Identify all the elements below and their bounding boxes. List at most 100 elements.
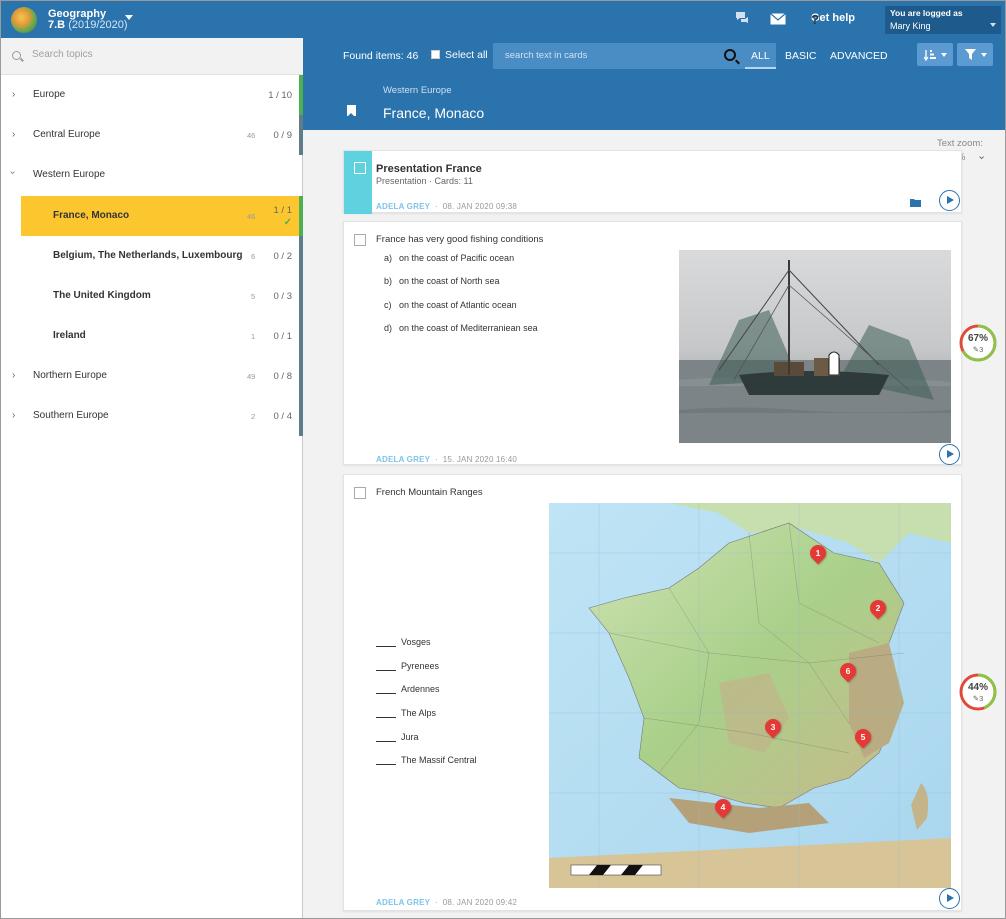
play-button[interactable] (939, 190, 960, 211)
topic-item-ireland[interactable]: Ireland 1 0 / 1 (1, 316, 303, 356)
topic-progress: 0 / 1 (273, 331, 293, 342)
text-zoom-label: Text zoom: (937, 138, 983, 149)
chevron-right-icon[interactable]: › (12, 89, 15, 100)
presentation-card[interactable]: Presentation France Presentation · Cards… (343, 150, 962, 214)
sort-icon (924, 50, 936, 61)
app-window: Geography 7.B (2019/2020) ? Get help You … (0, 0, 1006, 919)
chevron-down-icon[interactable]: › (7, 171, 18, 174)
map-pin-3[interactable]: 3 (761, 715, 785, 739)
bookmark-icon[interactable] (347, 105, 356, 117)
topic-name: Northern Europe (33, 370, 107, 381)
map-scale-bar (570, 864, 662, 876)
card-author: ADELA GREY · 08. JAN 2020 09:38 (376, 202, 518, 211)
topic-name: The United Kingdom (53, 290, 151, 301)
topic-name: Western Europe (33, 169, 106, 180)
answer-slot-1[interactable]: Vosges (376, 637, 431, 647)
map-pin-4[interactable]: 4 (711, 795, 735, 819)
card-checkbox[interactable] (354, 162, 366, 174)
funnel-icon (965, 49, 976, 60)
topic-search-input[interactable] (32, 49, 282, 60)
get-help-button[interactable]: ? Get help (811, 12, 855, 27)
user-menu[interactable]: You are logged as Mary King (885, 6, 1001, 34)
chevron-right-icon[interactable]: › (12, 410, 15, 421)
question-icon: ? (811, 12, 819, 27)
top-bar: Geography 7.B (2019/2020) ? Get help You … (1, 1, 1005, 38)
fishing-question-card[interactable]: France has very good fishing conditions … (343, 221, 962, 465)
fishing-boat-image (679, 250, 951, 443)
check-icon: ✓ (283, 217, 292, 228)
chat-icon[interactable] (735, 11, 751, 25)
topic-item-northern-europe[interactable]: › Northern Europe 49 0 / 8 (1, 356, 303, 396)
score-attempts: ✎3 (972, 694, 984, 703)
answer-slot-3[interactable]: Ardennes (376, 684, 440, 694)
topic-progress: 0 / 9 (273, 130, 293, 141)
answer-slot-6[interactable]: The Massif Central (376, 755, 477, 765)
topic-item-france-monaco[interactable]: France, Monaco 46 1 / 1 ✓ (21, 196, 303, 236)
topic-card-count: 46 (247, 131, 256, 140)
folder-icon[interactable] (910, 198, 921, 207)
chevron-down-icon (941, 53, 947, 57)
topic-item-benelux[interactable]: Belgium, The Netherlands, Luxembourg 6 0… (1, 236, 303, 276)
select-all-checkbox[interactable]: Select all (431, 49, 488, 61)
checkbox-icon[interactable] (431, 50, 440, 59)
card-search-input[interactable] (505, 50, 705, 61)
topic-name: France, Monaco (53, 210, 130, 221)
score-ring[interactable]: 67% ✎3 (959, 324, 997, 362)
score-percent: 67% (967, 333, 988, 344)
filter-all-button[interactable]: ALL (745, 43, 776, 69)
topic-item-europe[interactable]: › Europe 1 / 10 (1, 75, 303, 115)
cards-list: Text zoom: % ⌄ Presentation France Prese… (303, 130, 1005, 918)
france-map[interactable]: 1 2 3 4 5 6 (549, 503, 951, 888)
map-pin-1[interactable]: 1 (806, 541, 830, 565)
topic-item-central-europe[interactable]: › Central Europe 46 0 / 9 (1, 115, 303, 155)
map-pin-2[interactable]: 2 (866, 596, 890, 620)
filter-advanced-button[interactable]: ADVANCED (824, 43, 894, 69)
score-ring[interactable]: 44% ✎3 (959, 673, 997, 711)
answer-option-a[interactable]: a) on the coast of Pacific ocean (384, 253, 514, 263)
france-relief-map-image (549, 503, 951, 888)
chevron-down-icon[interactable]: ⌄ (977, 149, 986, 162)
topic-item-southern-europe[interactable]: › Southern Europe 2 0 / 4 (1, 396, 303, 436)
answer-option-c[interactable]: c) on the coast of Atlantic ocean (384, 300, 517, 310)
main-header: Found items: 46 Select all ALL BASIC ADV… (303, 38, 1005, 130)
presentation-stripe (344, 151, 372, 214)
filter-basic-button[interactable]: BASIC (779, 43, 823, 69)
mountain-ranges-card[interactable]: French Mountain Ranges Vosges Pyrenees A… (343, 474, 962, 911)
course-logo-icon[interactable] (11, 7, 37, 33)
search-icon[interactable] (724, 49, 736, 61)
topic-card-count: 1 (251, 332, 256, 341)
chevron-right-icon[interactable]: › (12, 370, 15, 381)
answer-slot-2[interactable]: Pyrenees (376, 661, 439, 671)
question-text: French Mountain Ranges (376, 487, 483, 498)
course-dropdown-icon[interactable] (125, 15, 133, 20)
answer-slot-5[interactable]: Jura (376, 732, 419, 742)
card-checkbox[interactable] (354, 487, 366, 499)
mail-icon[interactable] (770, 12, 786, 26)
answer-option-b[interactable]: b) on the coast of North sea (384, 276, 500, 286)
topic-card-count: 46 (247, 212, 256, 221)
filter-button[interactable] (957, 43, 993, 66)
card-date: 08. JAN 2020 09:42 (442, 898, 518, 907)
map-pin-6[interactable]: 6 (836, 659, 860, 683)
topic-progress: 1 / 1 (273, 205, 293, 216)
topic-card-count: 2 (251, 412, 256, 421)
card-author: ADELA GREY · 15. JAN 2020 16:40 (376, 455, 518, 464)
answer-slot-4[interactable]: The Alps (376, 708, 436, 718)
topic-progress: 0 / 8 (273, 371, 293, 382)
card-author: ADELA GREY · 08. JAN 2020 09:42 (376, 898, 518, 907)
play-button[interactable] (939, 444, 960, 465)
chevron-right-icon[interactable]: › (12, 129, 15, 140)
course-class[interactable]: 7.B (2019/2020) (48, 20, 128, 31)
card-date: 15. JAN 2020 16:40 (442, 455, 518, 464)
topic-item-united-kingdom[interactable]: The United Kingdom 5 0 / 3 (1, 276, 303, 316)
topic-item-western-europe[interactable]: › Western Europe (1, 155, 303, 195)
answer-option-d[interactable]: d) on the coast of Mediterraniean sea (384, 323, 538, 333)
topic-name: Belgium, The Netherlands, Luxembourg (53, 250, 243, 261)
topic-card-count: 49 (247, 372, 256, 381)
breadcrumb[interactable]: Western Europe (383, 85, 451, 96)
sort-button[interactable] (917, 43, 953, 66)
class-name: 7.B (48, 19, 66, 31)
map-pin-5[interactable]: 5 (851, 725, 875, 749)
play-button[interactable] (939, 888, 960, 909)
card-checkbox[interactable] (354, 234, 366, 246)
